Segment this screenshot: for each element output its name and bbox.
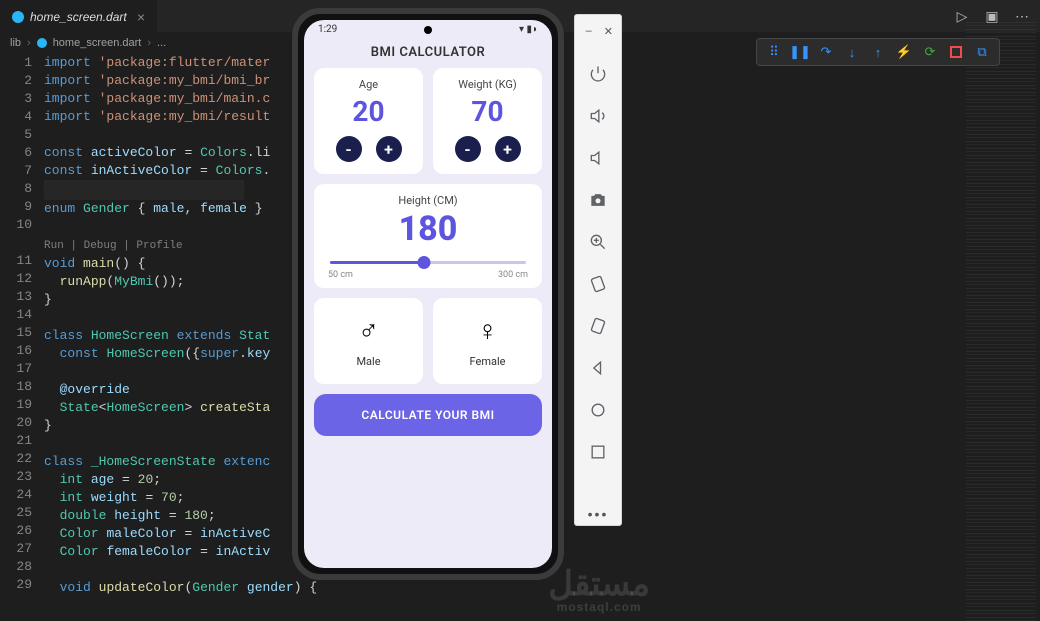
age-minus-button[interactable]: - [336,136,362,162]
app-body: Age 20 - + Weight (KG) 70 - + [304,68,552,568]
female-icon: ♀ [477,314,498,347]
stop-icon[interactable] [947,43,965,61]
more-icon[interactable]: ••• [588,506,609,522]
height-value: 180 [324,209,532,249]
volume-down-icon[interactable] [587,148,609,168]
pause-icon[interactable]: ❚❚ [791,43,809,61]
volume-up-icon[interactable] [587,106,609,126]
female-card[interactable]: ♀ Female [433,298,542,384]
close-icon[interactable]: × [137,9,145,25]
minimize-button[interactable]: – [586,25,592,38]
weight-plus-button[interactable]: + [495,136,521,162]
weight-minus-button[interactable]: - [455,136,481,162]
zoom-icon[interactable] [587,232,609,252]
step-over-icon[interactable]: ↷ [817,43,835,61]
step-out-icon[interactable]: ↑ [869,43,887,61]
calculate-button[interactable]: CALCULATE YOUR BMI [314,394,542,436]
hot-reload-icon[interactable]: ⚡ [895,43,913,61]
male-icon: ♂ [358,314,379,347]
close-button[interactable]: ✕ [604,25,613,38]
overview-icon[interactable] [587,442,609,462]
chevron-right-icon: › [27,37,31,49]
status-time: 1:29 [318,24,337,35]
height-slider[interactable] [330,261,526,264]
device-camera-dot [424,26,432,34]
age-card: Age 20 - + [314,68,423,174]
watermark-ar: مستقل [548,565,650,603]
step-into-icon[interactable]: ↓ [843,43,861,61]
watermark: مستقل mostaql.com [548,567,650,613]
height-label: Height (CM) [324,194,532,207]
app-title: BMI CALCULATOR [304,35,552,68]
back-icon[interactable] [587,358,609,378]
male-card[interactable]: ♂ Male [314,298,423,384]
watermark-en: mostaql.com [548,601,650,613]
grip-icon[interactable]: ⠿ [765,43,783,61]
female-label: Female [470,355,506,368]
slider-max: 300 cm [498,270,528,280]
dart-icon [12,11,24,23]
editor-tab[interactable]: home_screen.dart × [0,0,157,32]
device-screen[interactable]: 1:29 ▾ ▮◗ BMI CALCULATOR Age 20 - + Weig… [304,20,552,568]
dart-icon [37,38,47,48]
android-emulator: 1:29 ▾ ▮◗ BMI CALCULATOR Age 20 - + Weig… [292,8,564,580]
male-label: Male [356,355,380,368]
status-icons: ▾ ▮◗ [519,24,538,35]
slider-fill [330,261,424,264]
camera-icon[interactable] [587,190,609,210]
line-gutter: 12345678910 1112131415161718192021222324… [0,54,44,621]
emulator-toolbar: – ✕ ••• [574,14,622,526]
breadcrumb-root: lib [10,37,21,49]
breadcrumb-file: home_screen.dart [53,37,142,49]
devtools-icon[interactable]: ⧉ [973,43,991,61]
power-icon[interactable] [587,64,609,84]
weight-value: 70 [439,95,536,128]
breadcrumb-trail: ... [157,37,166,49]
chevron-right-icon: › [147,37,151,49]
restart-icon[interactable]: ⟳ [921,43,939,61]
slider-thumb[interactable] [418,256,431,269]
minimap[interactable] [966,22,1036,621]
debug-toolbar: ⠿ ❚❚ ↷ ↓ ↑ ⚡ ⟳ ⧉ [756,38,1000,66]
weight-card: Weight (KG) 70 - + [433,68,542,174]
tab-filename: home_screen.dart [30,10,127,24]
age-plus-button[interactable]: + [376,136,402,162]
age-value: 20 [320,95,417,128]
slider-min: 50 cm [328,270,353,280]
height-card: Height (CM) 180 50 cm 300 cm [314,184,542,288]
rotate-left-icon[interactable] [587,274,609,294]
rotate-right-icon[interactable] [587,316,609,336]
age-label: Age [320,78,417,91]
home-icon[interactable] [587,400,609,420]
weight-label: Weight (KG) [439,78,536,91]
